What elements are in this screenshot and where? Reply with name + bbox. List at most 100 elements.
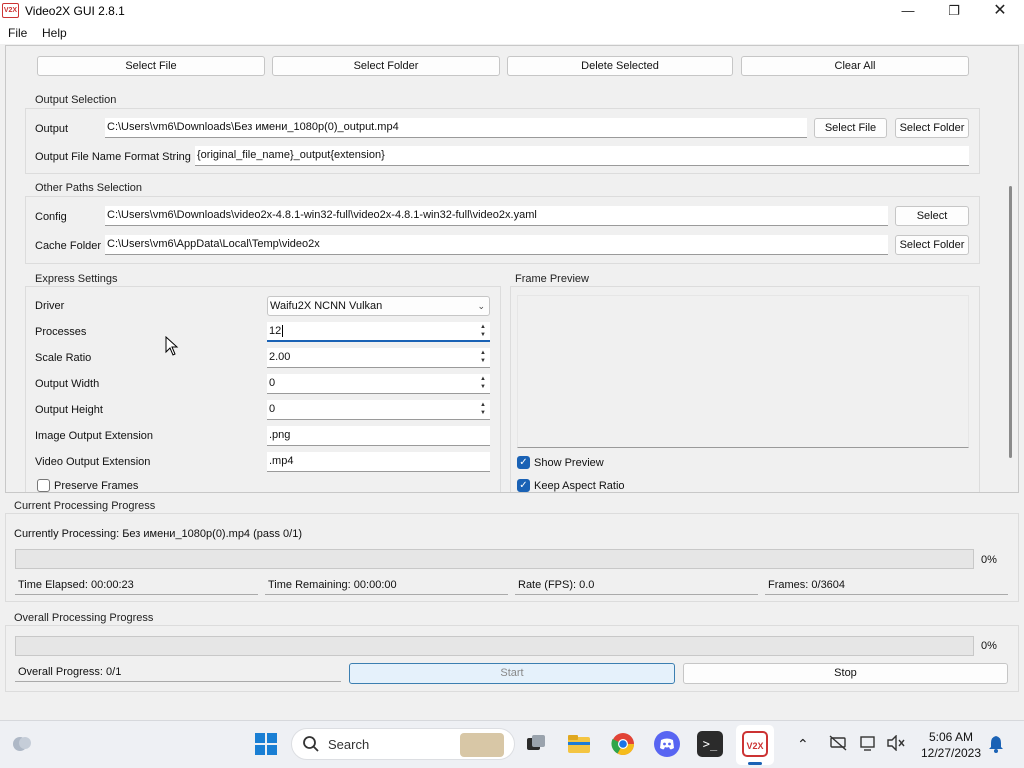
- height-spin-buttons[interactable]: ▲ ▼: [477, 401, 489, 417]
- start-button[interactable]: Start: [349, 663, 675, 684]
- preserve-frames-label: Preserve Frames: [54, 480, 139, 492]
- search-placeholder: Search: [328, 737, 370, 752]
- arrow-up-icon[interactable]: ▲: [477, 349, 489, 357]
- active-app-indicator: [748, 762, 762, 765]
- config-path-field[interactable]: C:\Users\vm6\Downloads\video2x-4.8.1-win…: [105, 206, 888, 226]
- vertical-scrollbar[interactable]: [1005, 46, 1017, 492]
- output-height-spinbox[interactable]: 0 ▲ ▼: [267, 400, 490, 420]
- driver-value: Waifu2X NCNN Vulkan: [270, 300, 383, 312]
- input-select-folder-button[interactable]: Select Folder: [272, 56, 500, 76]
- frame-preview-area: [517, 295, 969, 448]
- taskbar-time[interactable]: 5:06 AM: [920, 730, 982, 744]
- arrow-down-icon[interactable]: ▼: [477, 357, 489, 365]
- output-width-label: Output Width: [35, 378, 100, 390]
- video-extension-field[interactable]: .mp4: [267, 452, 490, 472]
- driver-label: Driver: [35, 300, 65, 312]
- output-height-value: 0: [269, 403, 276, 415]
- video2x-taskbar-icon[interactable]: V2X: [742, 731, 768, 757]
- search-icon: [302, 735, 320, 756]
- arrow-down-icon[interactable]: ▼: [477, 331, 489, 339]
- arrow-up-icon[interactable]: ▲: [477, 375, 489, 383]
- scrollbar-thumb[interactable]: [1009, 186, 1012, 458]
- config-select-button[interactable]: Select: [895, 206, 969, 226]
- format-string-label: Output File Name Format String: [35, 151, 191, 163]
- rate-fps: Rate (FPS): 0.0: [515, 579, 758, 595]
- keep-aspect-checkbox[interactable]: ✓: [517, 479, 530, 492]
- overall-progress-bar: [15, 636, 974, 656]
- express-settings-title: Express Settings: [35, 273, 118, 285]
- windows-start-icon[interactable]: [254, 732, 278, 756]
- task-view-icon[interactable]: [523, 731, 549, 757]
- output-label: Output: [35, 123, 69, 135]
- settings-scroll-area: Select File Select Folder Delete Selecte…: [5, 45, 1019, 493]
- cache-folder-field[interactable]: C:\Users\vm6\AppData\Local\Temp\video2x: [105, 235, 888, 255]
- output-height-label: Output Height: [35, 404, 103, 416]
- taskbar-search-box[interactable]: Search: [291, 728, 515, 760]
- cache-select-folder-button[interactable]: Select Folder: [895, 235, 969, 255]
- weather-icon[interactable]: [10, 732, 34, 754]
- preserve-frames-checkbox[interactable]: [37, 479, 50, 492]
- current-progress-bar: [15, 549, 974, 569]
- time-elapsed: Time Elapsed: 00:00:23: [15, 579, 258, 595]
- discord-icon[interactable]: [654, 731, 680, 757]
- currently-processing-text: Currently Processing: Без имени_1080p(0)…: [14, 528, 303, 540]
- menu-bar: File Help: [0, 22, 1024, 44]
- arrow-up-icon[interactable]: ▲: [477, 323, 489, 331]
- output-width-spinbox[interactable]: 0 ▲ ▼: [267, 374, 490, 394]
- processes-spinbox[interactable]: 12 ▲ ▼: [267, 322, 490, 342]
- network-wired-icon[interactable]: [829, 735, 847, 754]
- chevron-up-icon[interactable]: ⌃: [797, 736, 809, 753]
- scale-ratio-value: 2.00: [269, 351, 291, 363]
- file-explorer-icon[interactable]: [566, 731, 592, 757]
- output-select-file-button[interactable]: Select File: [814, 118, 887, 138]
- processes-value: 12: [269, 325, 282, 337]
- delete-selected-button[interactable]: Delete Selected: [507, 56, 733, 76]
- output-path-field[interactable]: C:\Users\vm6\Downloads\Без имени_1080p(0…: [105, 118, 807, 138]
- overall-progress-count: Overall Progress: 0/1: [15, 666, 341, 682]
- format-string-field[interactable]: {original_file_name}_output{extension}: [195, 146, 969, 166]
- output-width-value: 0: [269, 377, 276, 389]
- title-bar: V2X Video2X GUI 2.8.1 — ❐ ✕: [0, 0, 1024, 22]
- other-paths-title: Other Paths Selection: [35, 182, 143, 194]
- restore-button[interactable]: ❐: [931, 0, 977, 22]
- scale-spin-buttons[interactable]: ▲ ▼: [477, 349, 489, 365]
- width-spin-buttons[interactable]: ▲ ▼: [477, 375, 489, 391]
- processes-label: Processes: [35, 326, 87, 338]
- close-button[interactable]: ✕: [977, 0, 1023, 22]
- current-progress-title: Current Processing Progress: [13, 500, 157, 512]
- display-icon[interactable]: [860, 735, 878, 754]
- chrome-icon[interactable]: [610, 731, 636, 757]
- notification-bell-icon[interactable]: [988, 735, 1004, 756]
- input-select-file-button[interactable]: Select File: [37, 56, 265, 76]
- scale-ratio-label: Scale Ratio: [35, 352, 92, 364]
- app-logo-icon: V2X: [2, 3, 19, 18]
- arrow-down-icon[interactable]: ▼: [477, 409, 489, 417]
- frames-count: Frames: 0/3604: [765, 579, 1008, 595]
- video-extension-label: Video Output Extension: [35, 456, 151, 468]
- menu-file[interactable]: File: [8, 26, 27, 40]
- show-preview-checkbox[interactable]: ✓: [517, 456, 530, 469]
- driver-select[interactable]: Waifu2X NCNN Vulkan ⌄: [267, 296, 490, 316]
- volume-muted-icon[interactable]: [886, 734, 906, 754]
- frame-preview-title: Frame Preview: [515, 273, 589, 285]
- processes-spin-buttons[interactable]: ▲ ▼: [477, 323, 489, 339]
- arrow-up-icon[interactable]: ▲: [477, 401, 489, 409]
- arrow-down-icon[interactable]: ▼: [477, 383, 489, 391]
- time-remaining: Time Remaining: 00:00:00: [265, 579, 508, 595]
- image-extension-field[interactable]: .png: [267, 426, 490, 446]
- search-highlight-icon: [460, 733, 504, 757]
- mouse-cursor-icon: [165, 335, 179, 359]
- current-percent: 0%: [981, 554, 997, 566]
- chevron-down-icon: ⌄: [477, 301, 485, 311]
- minimize-button[interactable]: —: [885, 0, 931, 22]
- clear-all-button[interactable]: Clear All: [741, 56, 969, 76]
- output-selection-title: Output Selection: [35, 94, 117, 106]
- terminal-icon[interactable]: >_: [697, 731, 723, 757]
- menu-help[interactable]: Help: [42, 26, 67, 40]
- cache-folder-label: Cache Folder: [35, 240, 102, 252]
- stop-button[interactable]: Stop: [683, 663, 1008, 684]
- config-label: Config: [35, 211, 67, 223]
- output-select-folder-button[interactable]: Select Folder: [895, 118, 969, 138]
- taskbar-date[interactable]: 12/27/2023: [916, 746, 986, 760]
- scale-ratio-spinbox[interactable]: 2.00 ▲ ▼: [267, 348, 490, 368]
